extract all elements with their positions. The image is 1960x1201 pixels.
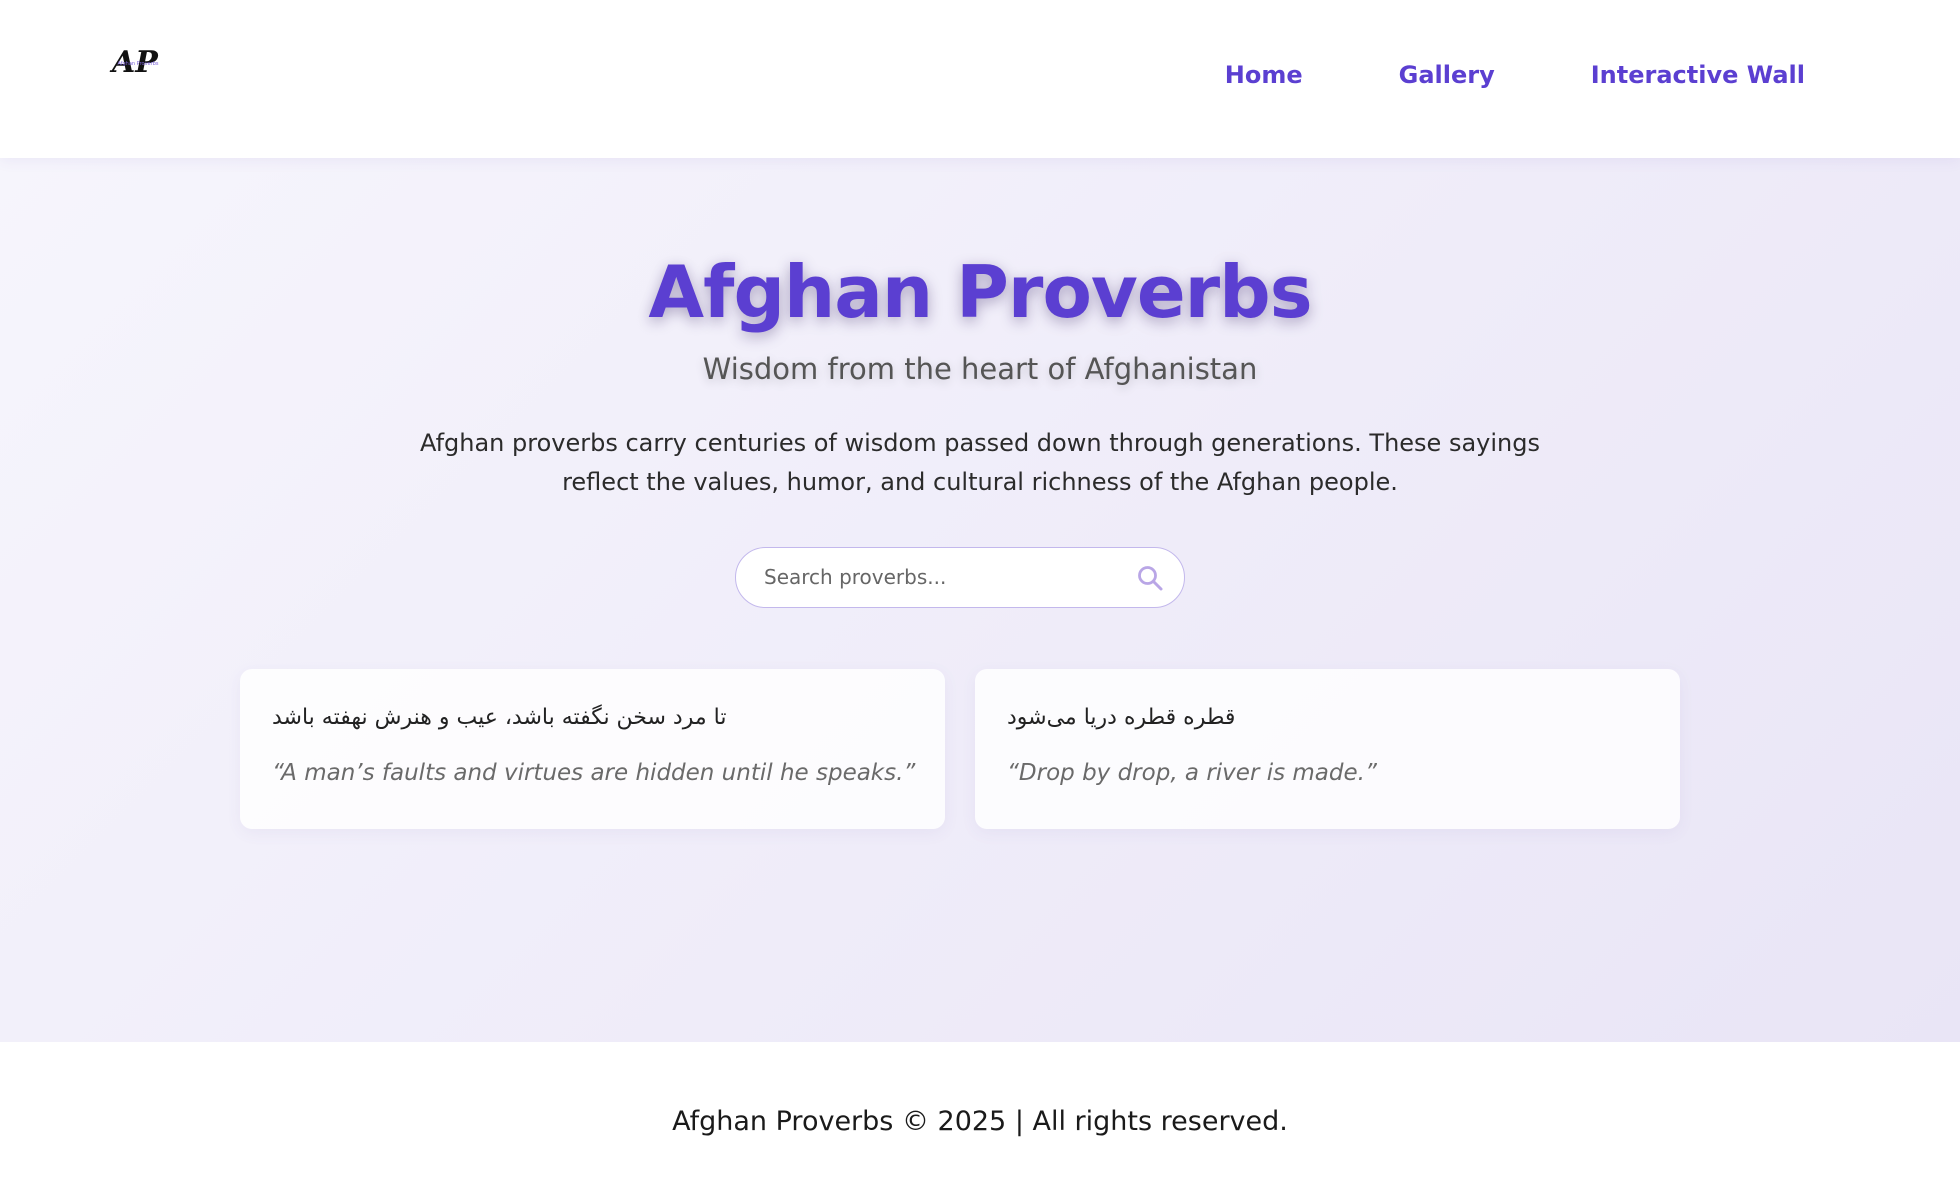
proverb-translation: “A man’s faults and virtues are hidden u… — [272, 760, 916, 786]
search-input[interactable] — [764, 548, 1124, 606]
search-icon[interactable] — [1136, 564, 1164, 592]
proverb-farsi: تا مرد سخن نگفته باشد، عیب و هنرش نهفته … — [272, 705, 727, 730]
main-nav: Home Gallery Interactive Wall — [1129, 56, 1805, 94]
footer-copyright: Afghan Proverbs © 2025 | All rights rese… — [672, 1106, 1288, 1137]
proverb-translation: “Drop by drop, a river is made.” — [1007, 760, 1377, 786]
page-subtitle: Wisdom from the heart of Afghanistan — [702, 352, 1258, 386]
page-description: Afghan proverbs carry centuries of wisdo… — [420, 429, 1540, 496]
page-title: Afghan Proverbs — [648, 250, 1312, 334]
nav-interactive-wall-link[interactable]: Interactive Wall — [1591, 56, 1805, 94]
proverb-list: تا مرد سخن نگفته باشد، عیب و هنرش نهفته … — [240, 669, 1680, 829]
search-bar — [735, 547, 1185, 608]
nav-gallery-link[interactable]: Gallery — [1399, 56, 1495, 94]
proverb-card[interactable]: قطره قطره دریا می‌شود “Drop by drop, a r… — [975, 669, 1680, 829]
logo-caption: Afghan Proverbs — [118, 61, 159, 67]
nav-home-link[interactable]: Home — [1225, 56, 1303, 94]
hero-section: Afghan Proverbs Wisdom from the heart of… — [0, 158, 1960, 1042]
site-header: AP Afghan Proverbs Home Gallery Interact… — [0, 0, 1960, 158]
logo[interactable]: AP Afghan Proverbs — [108, 38, 168, 96]
logo-mark: AP Afghan Proverbs — [109, 45, 159, 80]
proverb-farsi: قطره قطره دریا می‌شود — [1007, 705, 1236, 730]
site-footer: Afghan Proverbs © 2025 | All rights rese… — [0, 1042, 1960, 1201]
proverb-card[interactable]: تا مرد سخن نگفته باشد، عیب و هنرش نهفته … — [240, 669, 945, 829]
